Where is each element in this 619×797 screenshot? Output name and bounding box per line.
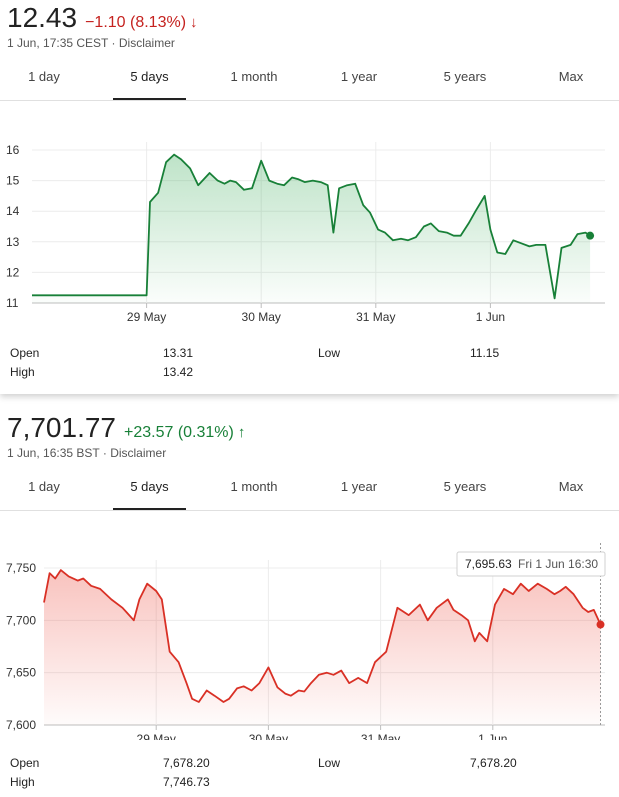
x-tick-label: 29 May (127, 310, 166, 324)
disclaimer-link[interactable]: Disclaimer (119, 36, 175, 50)
disclaimer-link[interactable]: Disclaimer (110, 446, 166, 460)
y-tick-label: 7,650 (6, 666, 36, 680)
tab-5-years[interactable]: 5 years (428, 60, 502, 100)
y-tick-label: 16 (6, 143, 20, 157)
low-value: 11.15 (470, 346, 500, 360)
range-tabs: 1 day 5 days 1 month 1 year 5 years Max (0, 60, 619, 101)
price-chart-1[interactable]: 11 12 13 14 15 16 29 May 30 May 31 May 1 Jun (0, 135, 619, 335)
tab-max[interactable]: Max (535, 60, 607, 100)
price-chart-2[interactable]: 7,600 7,650 7,700 7,750 29 May 30 May 31 May 1 … (0, 540, 619, 740)
range-tabs: 1 day 5 days 1 month 1 year 5 years Max (0, 470, 619, 511)
tab-1-year[interactable]: 1 year (323, 470, 395, 510)
low-value: 7,678.20 (470, 756, 517, 770)
high-label: High (10, 775, 35, 789)
tooltip-value: 7,695.63 (465, 557, 512, 571)
price-header: 12.43 −1.10 (8.13%) ↓ (7, 2, 198, 34)
high-value: 13.42 (163, 365, 194, 379)
low-label: Low (318, 346, 341, 360)
x-tick-label: 1 Jun (478, 732, 507, 740)
last-price-dot (596, 620, 605, 629)
tab-1-month[interactable]: 1 month (218, 60, 290, 100)
open-value: 13.31 (163, 346, 194, 360)
price-change: −1.10 (8.13%) (85, 14, 187, 31)
current-price: 7,701.77 (7, 412, 116, 443)
high-value: 7,746.73 (163, 775, 210, 789)
y-tick-label: 15 (6, 174, 20, 188)
y-tick-label: 7,700 (6, 613, 36, 627)
tab-1-day[interactable]: 1 day (8, 470, 80, 510)
tab-1-year[interactable]: 1 year (323, 60, 395, 100)
y-tick-label: 14 (6, 204, 20, 218)
tab-max[interactable]: Max (535, 470, 607, 510)
tab-5-days[interactable]: 5 days (113, 60, 186, 100)
tab-1-month[interactable]: 1 month (218, 470, 290, 510)
stock-panel-2: 7,701.77 +23.57 (0.31%) ↑ 1 Jun, 16:35 B… (0, 410, 619, 797)
tab-1-day[interactable]: 1 day (8, 60, 80, 100)
tab-5-days[interactable]: 5 days (113, 470, 186, 510)
y-tick-label: 7,750 (6, 561, 36, 575)
arrow-down-icon: ↓ (190, 14, 198, 31)
y-tick-label: 11 (6, 296, 19, 310)
x-tick-label: 31 May (356, 310, 395, 324)
open-value: 7,678.20 (163, 756, 210, 770)
timestamp: 1 Jun, 17:35 CEST (7, 36, 109, 50)
hover-tooltip: 7,695.63 Fri 1 Jun 16:30 (456, 551, 606, 577)
price-change: +23.57 (0.31%) (124, 424, 234, 441)
open-label: Open (10, 346, 40, 360)
tooltip-time: Fri 1 Jun 16:30 (518, 557, 598, 571)
timestamp-line: 1 Jun, 16:35 BST · Disclaimer (7, 446, 167, 460)
stock-panel-1: 12.43 −1.10 (8.13%) ↓ 1 Jun, 17:35 CEST … (0, 0, 619, 394)
area-fill (32, 154, 591, 303)
x-tick-label: 30 May (249, 732, 288, 740)
y-tick-label: 12 (6, 265, 20, 279)
last-price-dot (586, 231, 595, 240)
area-fill (44, 570, 601, 725)
price-header: 7,701.77 +23.57 (0.31%) ↑ (7, 412, 245, 444)
x-tick-label: 1 Jun (476, 310, 505, 324)
timestamp: 1 Jun, 16:35 BST (7, 446, 100, 460)
current-price: 12.43 (7, 2, 78, 33)
x-tick-label: 31 May (361, 732, 400, 740)
y-tick-label: 13 (6, 235, 20, 249)
low-label: Low (318, 756, 341, 770)
x-tick-label: 30 May (242, 310, 281, 324)
open-label: Open (10, 756, 40, 770)
high-label: High (10, 365, 35, 379)
arrow-up-icon: ↑ (237, 424, 246, 441)
timestamp-line: 1 Jun, 17:35 CEST · Disclaimer (7, 36, 175, 50)
x-tick-label: 29 May (137, 732, 176, 740)
tab-5-years[interactable]: 5 years (428, 470, 502, 510)
y-tick-label: 7,600 (6, 718, 36, 732)
